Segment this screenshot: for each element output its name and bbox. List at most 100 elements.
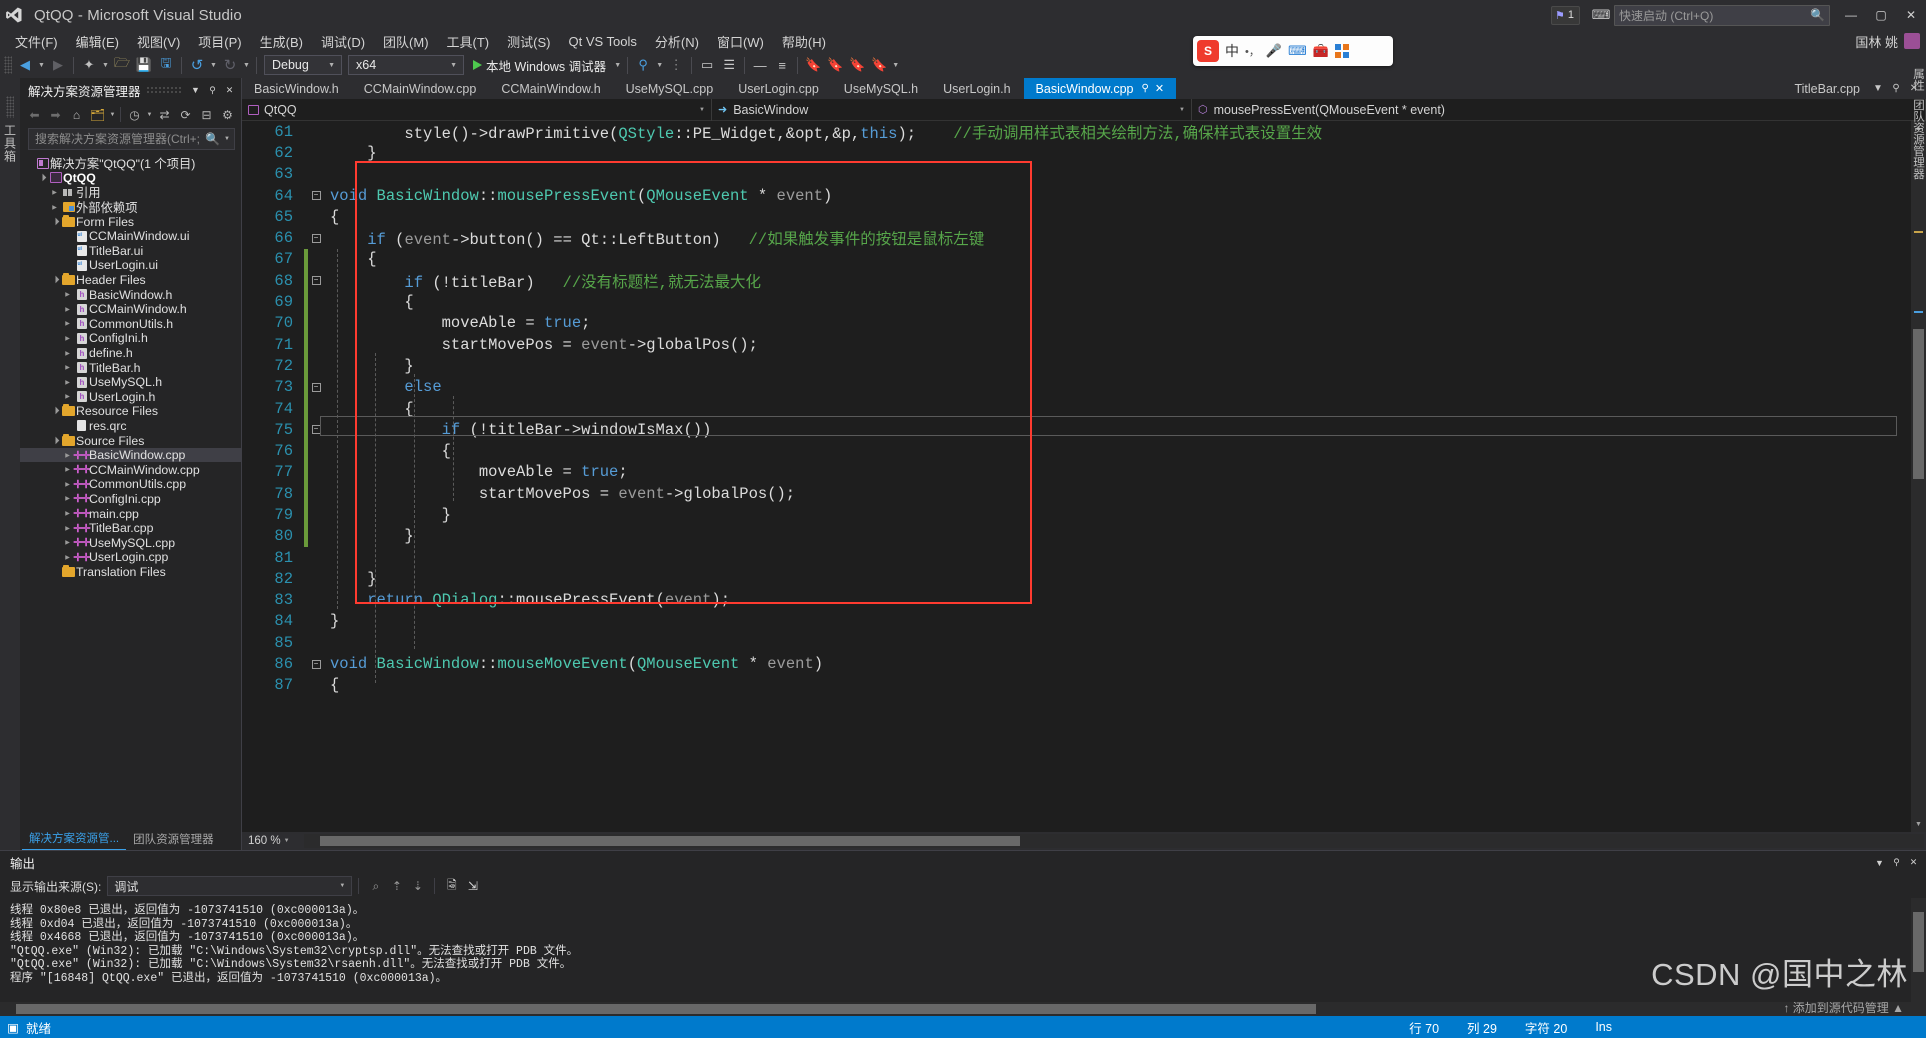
search-icon[interactable]: 🔍 — [205, 132, 220, 146]
expander-icon[interactable] — [61, 379, 74, 386]
toolbox-label[interactable]: 工具箱 — [2, 124, 19, 163]
list-icon[interactable]: ☰ — [718, 54, 740, 76]
solution-platform-combo[interactable]: x64 ▼ — [348, 55, 464, 75]
solution-tree[interactable]: 解决方案"QtQQ"(1 个项目)QtQQ引用外部依赖项Form FilesCC… — [20, 153, 241, 830]
code-lines-container[interactable]: 61 style()->drawPrimitive(QStyle::PE_Wid… — [242, 121, 1911, 832]
window-layout-icon[interactable]: ▭ — [696, 54, 718, 76]
tree-item-titlebar.ui[interactable]: TitleBar.ui — [20, 244, 241, 259]
expander-icon[interactable] — [61, 554, 74, 561]
refresh-icon[interactable]: ⟳ — [175, 104, 196, 125]
editor-tab-usemysqlcpp[interactable]: UseMySQL.cpp — [614, 78, 727, 99]
expander-icon[interactable] — [35, 174, 48, 182]
close-icon[interactable]: ✕ — [1905, 853, 1922, 873]
toolbar-overflow-icon[interactable]: ▼ — [890, 54, 901, 76]
bookmark-next-icon[interactable]: 🔖 — [846, 54, 868, 76]
toggle-word-wrap-icon[interactable]: ⇲ — [462, 876, 483, 897]
output-body[interactable]: 线程 0x80e8 已退出，返回值为 -1073741510 (0xc00001… — [0, 898, 1926, 1002]
tree-item-translationfiles[interactable]: Translation Files — [20, 564, 241, 580]
save-icon[interactable]: 💾 — [133, 54, 155, 76]
new-project-icon[interactable]: ✦ — [78, 54, 100, 76]
chevron-down-icon[interactable]: ▼ — [1870, 79, 1886, 99]
redo-dropdown-icon[interactable]: ▼ — [241, 54, 252, 76]
nav-member-combo[interactable]: ⬡ mousePressEvent(QMouseEvent * event) — [1192, 98, 1926, 121]
tree-item-basicwindow.h[interactable]: BasicWindow.h — [20, 287, 241, 302]
equals-icon[interactable]: ≡ — [771, 54, 793, 76]
tree-item-define.h[interactable]: define.h — [20, 346, 241, 361]
code-line[interactable]: 86 − void BasicWindow::mouseMoveEvent(QMou… — [242, 653, 1911, 674]
expander-icon[interactable] — [48, 407, 61, 415]
code-line[interactable]: 78 startMovePos = event->globalPos(); — [242, 483, 1911, 505]
undo-icon[interactable]: ↺ — [186, 54, 208, 76]
code-line[interactable]: 64 − void BasicWindow::mousePressEvent(QMo… — [242, 185, 1911, 206]
collapse-all-icon[interactable]: ⊟ — [196, 104, 217, 125]
panel-grip[interactable] — [145, 86, 182, 94]
close-button[interactable]: ✕ — [1896, 0, 1926, 30]
scroll-thumb[interactable] — [1913, 329, 1924, 479]
chevron-down-icon[interactable]: ▼ — [187, 80, 204, 100]
maximize-button[interactable]: ▢ — [1866, 0, 1896, 30]
scroll-down-arrow-icon[interactable]: ▼ — [1911, 817, 1926, 832]
nav-project-combo[interactable]: QtQQ ▼ — [242, 98, 712, 121]
expander-icon[interactable] — [48, 218, 61, 226]
tree-item-formfiles[interactable]: Form Files — [20, 214, 241, 229]
menu-window[interactable]: 窗口(W) — [708, 30, 773, 53]
tree-item-ccmainwindow.ui[interactable]: CCMainWindow.ui — [20, 229, 241, 244]
expander-icon[interactable] — [61, 350, 74, 357]
code-line[interactable]: 82 } — [242, 568, 1911, 589]
attach-process-icon[interactable]: ⚲ — [632, 54, 654, 76]
hscroll-thumb[interactable] — [320, 836, 1020, 846]
code-line[interactable]: 63 — [242, 164, 1911, 185]
account-area[interactable]: 国林 姚 — [1855, 32, 1926, 51]
menu-project[interactable]: 项目(P) — [189, 30, 250, 53]
expander-icon[interactable] — [61, 393, 74, 400]
back-arrow-icon[interactable]: ⬅ — [24, 104, 45, 125]
minus-icon[interactable]: — — [749, 54, 771, 76]
clear-all-icon[interactable]: 🗟 — [441, 876, 462, 897]
chevron-down-icon[interactable]: ▼ — [108, 104, 117, 125]
expander-icon[interactable] — [61, 466, 74, 473]
expander-icon[interactable] — [61, 306, 74, 313]
menu-file[interactable]: 文件(F) — [6, 30, 67, 53]
next-message-icon[interactable]: ⇣ — [407, 876, 428, 897]
tree-item-titlebar.cpp[interactable]: ✛✛TitleBar.cpp — [20, 521, 241, 536]
pin-icon[interactable]: ⚲ — [204, 80, 221, 100]
tab-solution-explorer[interactable]: 解决方案资源管... — [22, 828, 127, 850]
fold-collapse-icon[interactable]: − — [308, 233, 324, 243]
expander-icon[interactable] — [61, 495, 74, 502]
pin-icon[interactable]: ⚲ — [1142, 83, 1149, 94]
open-file-icon[interactable]: 🗁 — [111, 54, 133, 76]
side-strip-grip[interactable] — [6, 96, 14, 118]
expander-icon[interactable] — [48, 189, 61, 196]
properties-side-label[interactable]: 属性 — [1910, 68, 1926, 91]
navigate-forward-icon[interactable]: ▶ — [47, 54, 69, 76]
code-line[interactable]: 65 { — [242, 206, 1911, 227]
expander-icon[interactable] — [61, 539, 74, 546]
code-line[interactable]: 74 { — [242, 397, 1911, 420]
expander-icon[interactable] — [61, 335, 74, 342]
expander-icon[interactable] — [61, 291, 74, 298]
expander-icon[interactable] — [61, 510, 74, 517]
new-project-dropdown-icon[interactable]: ▼ — [100, 54, 111, 76]
chevron-down-icon[interactable]: ▼ — [145, 104, 154, 125]
output-hscroll-thumb[interactable] — [16, 1004, 1316, 1014]
navigate-back-icon[interactable]: ◀ — [14, 54, 36, 76]
editor-tab-userloginh[interactable]: UserLogin.h — [931, 78, 1024, 99]
minimize-button[interactable]: — — [1836, 0, 1866, 30]
pin-icon[interactable]: ⚲ — [1888, 853, 1905, 873]
code-line[interactable]: 84} — [242, 611, 1911, 632]
editor-horizontal-scrollbar[interactable] — [304, 834, 1924, 848]
expander-icon[interactable] — [48, 437, 61, 445]
menu-qt-vs-tools[interactable]: Qt VS Tools — [559, 32, 645, 51]
code-line[interactable]: 67 { — [242, 248, 1911, 271]
menu-help[interactable]: 帮助(H) — [773, 30, 835, 53]
fold-collapse-icon[interactable]: − — [308, 191, 324, 201]
tree-item-ccmainwindow.h[interactable]: CCMainWindow.h — [20, 302, 241, 317]
code-line[interactable]: 72 } — [242, 355, 1911, 377]
expander-icon[interactable] — [61, 481, 74, 488]
home-icon[interactable]: ⌂ — [66, 104, 87, 125]
microphone-icon[interactable]: 🎤 — [1266, 43, 1282, 59]
tree-item-qtqq[interactable]: QtQQ — [20, 171, 241, 186]
expander-icon[interactable] — [48, 276, 61, 284]
tree-item-userlogin.cpp[interactable]: ✛✛UserLogin.cpp — [20, 550, 241, 565]
tree-item-basicwindow.cpp[interactable]: ✛✛BasicWindow.cpp — [20, 447, 241, 463]
